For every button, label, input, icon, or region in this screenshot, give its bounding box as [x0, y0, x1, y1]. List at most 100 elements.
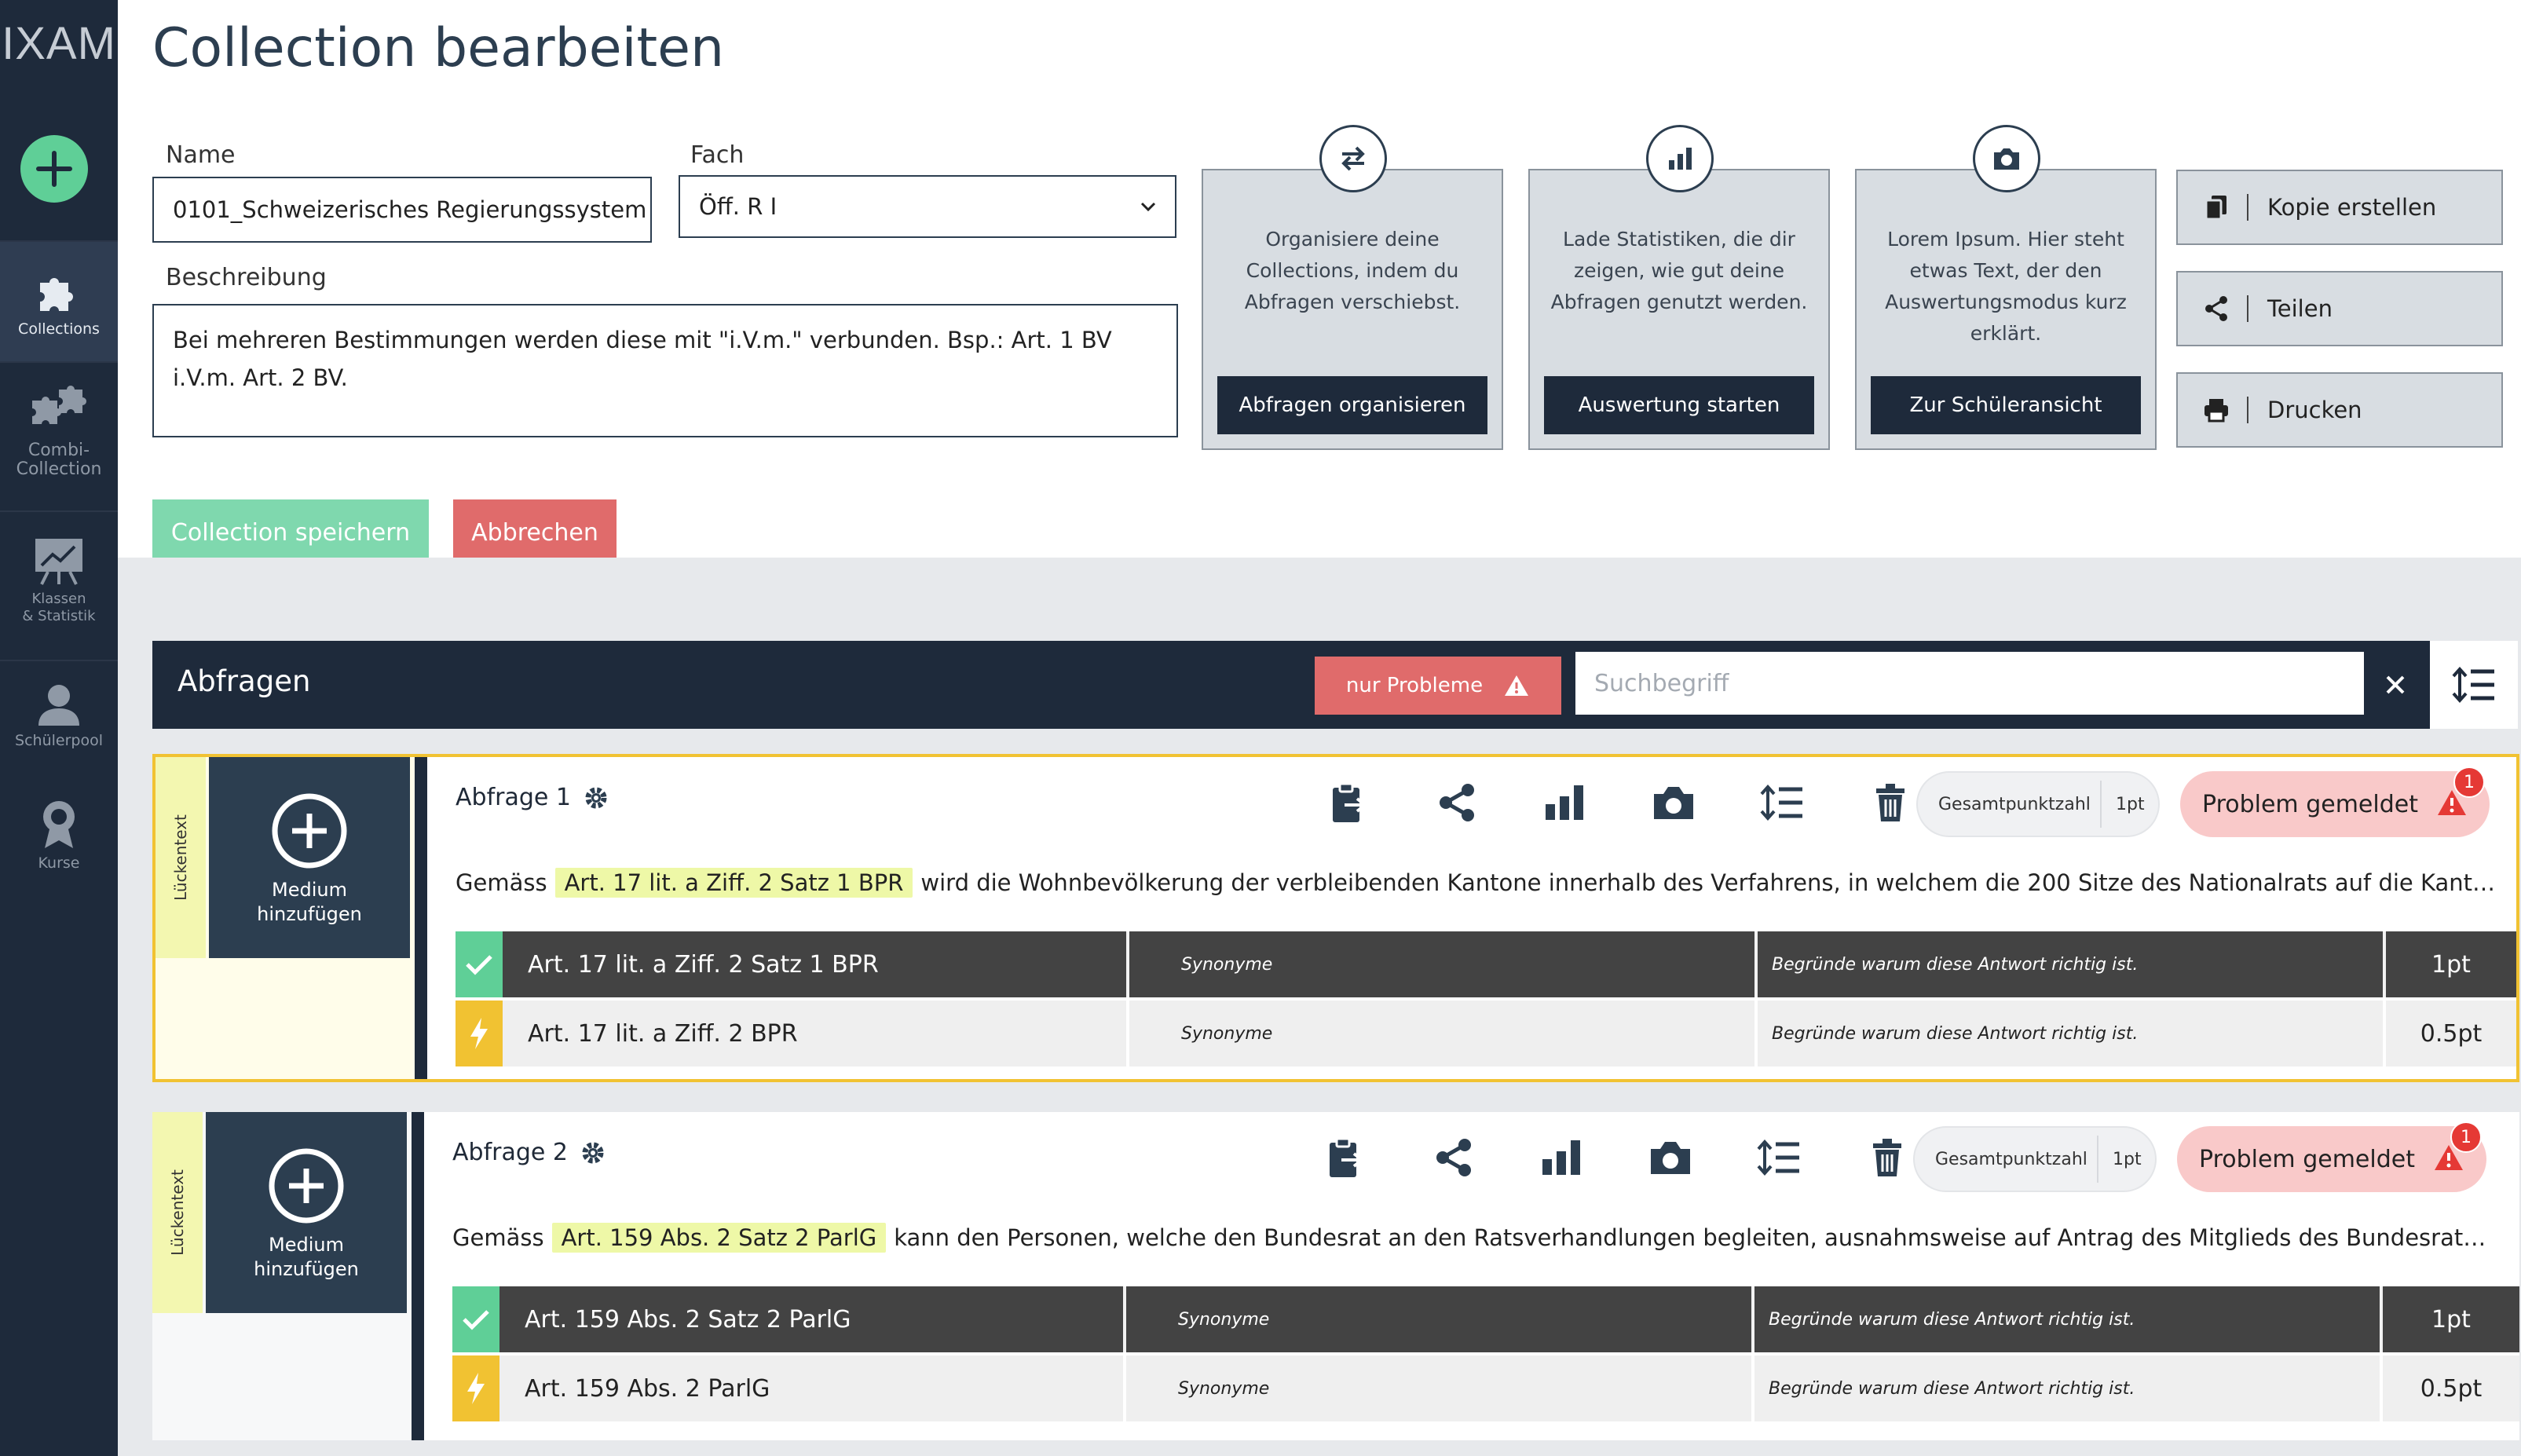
lightning-icon — [452, 1355, 499, 1421]
camera-icon[interactable] — [1616, 1132, 1725, 1183]
justification-field[interactable]: Begründe warum diese Antwort richtig ist… — [1754, 1001, 2383, 1066]
bar-chart-icon[interactable] — [1511, 777, 1619, 828]
answer-points[interactable]: 1pt — [2383, 931, 2516, 997]
problem-count-badge: 1 — [2453, 766, 2485, 798]
share-button[interactable]: Teilen — [2176, 271, 2503, 346]
questions-header: Abfragen nur Probleme — [152, 641, 2430, 729]
print-icon — [2203, 397, 2230, 423]
problem-reported-label: Problem gemeldet — [2199, 1145, 2415, 1173]
sort-list-icon[interactable] — [1725, 1132, 1833, 1183]
copy-button[interactable]: Kopie erstellen — [2176, 170, 2503, 245]
question-card[interactable]: Lückentext Medium hinzufügen Abfrage 2 G… — [152, 1112, 2519, 1440]
share-icon[interactable] — [1400, 1132, 1508, 1183]
student-view-card: Lorem Ipsum. Hier steht etwas Text, der … — [1855, 125, 2157, 450]
problem-reported-label: Problem gemeldet — [2202, 790, 2418, 818]
justification-field[interactable]: Begründe warum diese Antwort richtig ist… — [1751, 1286, 2380, 1352]
check-icon — [452, 1286, 499, 1352]
lightning-icon — [456, 1001, 503, 1066]
question-card[interactable]: Lückentext Medium hinzufügen Abfrage 1 G… — [152, 754, 2519, 1082]
copy-button-label: Kopie erstellen — [2267, 194, 2437, 221]
share-icon[interactable] — [1403, 777, 1511, 828]
synonyms-field[interactable]: Synonyme — [1123, 1355, 1751, 1421]
synonyms-field[interactable]: Synonyme — [1126, 1001, 1754, 1066]
synonyms-field[interactable]: Synonyme — [1123, 1286, 1751, 1352]
answer-row[interactable]: Art. 159 Abs. 2 ParlG Synonyme Begründe … — [452, 1355, 2519, 1421]
app-logo: IXAM — [2, 18, 116, 69]
save-collection-button[interactable]: Collection speichern — [152, 499, 429, 565]
add-medium-button[interactable]: Medium hinzufügen — [206, 1112, 407, 1313]
cancel-button[interactable]: Abbrechen — [453, 499, 617, 565]
plus-circle-icon — [269, 1148, 344, 1224]
beschreibung-textarea[interactable]: Bei mehreren Bestimmungen werden diese m… — [152, 304, 1178, 437]
organize-card: Organisiere deine Collections, indem du … — [1202, 125, 1503, 450]
question-type-label: Lückentext — [171, 814, 191, 901]
fach-select[interactable]: Öff. R I — [679, 175, 1176, 238]
clipboard-move-icon[interactable] — [1294, 777, 1403, 828]
question-type-label: Lückentext — [168, 1169, 188, 1256]
sidebar-item-label: Schülerpool — [15, 732, 103, 749]
organize-questions-button[interactable]: Abfragen organisieren — [1217, 376, 1487, 434]
sidebar-item-collections[interactable]: Collections — [0, 242, 118, 361]
answer-text[interactable]: Art. 17 lit. a Ziff. 2 BPR — [503, 1001, 1126, 1066]
add-medium-button[interactable]: Medium hinzufügen — [209, 757, 410, 958]
bar-chart-icon — [1646, 125, 1714, 192]
search-input[interactable] — [1575, 652, 2364, 715]
share-icon — [2203, 295, 2230, 322]
camera-icon[interactable] — [1619, 777, 1728, 828]
answer-text[interactable]: Art. 159 Abs. 2 ParlG — [499, 1355, 1123, 1421]
question-body: Abfrage 1 Gesamtpunktzahl 1pt Problem gem… — [415, 757, 2516, 1079]
gear-icon[interactable] — [584, 785, 609, 810]
answer-row[interactable]: Art. 17 lit. a Ziff. 2 Satz 1 BPR Synony… — [456, 931, 2516, 997]
award-icon — [43, 801, 75, 848]
synonyms-field[interactable]: Synonyme — [1126, 931, 1754, 997]
question-toolbar — [1291, 1132, 1941, 1183]
total-points-label: Gesamtpunktzahl — [1938, 794, 2091, 814]
puzzle-icon — [40, 278, 73, 311]
answer-text[interactable]: Art. 17 lit. a Ziff. 2 Satz 1 BPR — [503, 931, 1126, 997]
justification-field[interactable]: Begründe warum diese Antwort richtig ist… — [1754, 931, 2383, 997]
add-button[interactable] — [20, 135, 88, 203]
clipboard-move-icon[interactable] — [1291, 1132, 1400, 1183]
total-points: Gesamtpunktzahl 1pt — [1913, 1126, 2157, 1192]
statistics-card: Lade Statistiken, die dir zeigen, wie gu… — [1528, 125, 1830, 450]
warning-icon — [1505, 675, 1529, 696]
sidebar-item-klassen-statistik[interactable]: Klassen & Statistik — [0, 536, 118, 646]
student-view-card-text: Lorem Ipsum. Hier steht etwas Text, der … — [1885, 228, 2127, 345]
question-gap-highlight: Art. 17 lit. a Ziff. 2 Satz 1 BPR — [554, 868, 913, 898]
clear-search-button[interactable] — [2375, 663, 2416, 707]
problem-count-badge: 1 — [2450, 1121, 2482, 1153]
name-input[interactable]: 0101_Schweizerisches Regierungssystem — [152, 177, 652, 243]
sort-list-icon[interactable] — [1728, 777, 1836, 828]
name-label: Name — [166, 141, 236, 169]
chart-board-icon — [35, 539, 82, 585]
question-title: Abfrage 2 — [452, 1139, 606, 1166]
answer-points[interactable]: 0.5pt — [2380, 1355, 2519, 1421]
student-view-button[interactable]: Zur Schüleransicht — [1871, 376, 2141, 434]
question-text-after: kann den Personen, welche den Bundesrat … — [894, 1224, 2494, 1251]
answer-points[interactable]: 0.5pt — [2383, 1001, 2516, 1066]
question-title-label: Abfrage 1 — [456, 784, 571, 811]
justification-field[interactable]: Begründe warum diese Antwort richtig ist… — [1751, 1355, 2380, 1421]
sidebar-item-combi-collection[interactable]: Combi- Collection — [0, 385, 118, 503]
problem-reported-button[interactable]: Problem gemeldet 1 — [2180, 766, 2490, 837]
sidebar-item-schuelerpool[interactable]: Schülerpool — [0, 682, 118, 768]
start-evaluation-button[interactable]: Auswertung starten — [1544, 376, 1814, 434]
check-icon — [456, 931, 503, 997]
problem-reported-button[interactable]: Problem gemeldet 1 — [2177, 1121, 2486, 1192]
question-text: Gemäss Art. 17 lit. a Ziff. 2 Satz 1 BPR w… — [456, 861, 2497, 905]
total-points-value: 1pt — [2113, 1149, 2142, 1169]
print-button[interactable]: Drucken — [2176, 372, 2503, 448]
gear-icon[interactable] — [580, 1140, 606, 1165]
sidebar-item-kurse[interactable]: Kurse — [0, 798, 118, 884]
share-button-label: Teilen — [2267, 295, 2333, 322]
answer-points[interactable]: 1pt — [2380, 1286, 2519, 1352]
only-problems-filter-button[interactable]: nur Probleme — [1315, 657, 1561, 715]
only-problems-label: nur Probleme — [1345, 674, 1484, 697]
answer-row[interactable]: Art. 17 lit. a Ziff. 2 BPR Synonyme Begr… — [456, 1001, 2516, 1066]
sidebar-item-label: Kurse — [38, 854, 80, 872]
answer-text[interactable]: Art. 159 Abs. 2 Satz 2 ParlG — [499, 1286, 1123, 1352]
sort-button[interactable] — [2430, 641, 2518, 729]
bar-chart-icon[interactable] — [1508, 1132, 1616, 1183]
questions-title: Abfragen — [177, 664, 311, 698]
answer-row[interactable]: Art. 159 Abs. 2 Satz 2 ParlG Synonyme Be… — [452, 1286, 2519, 1352]
